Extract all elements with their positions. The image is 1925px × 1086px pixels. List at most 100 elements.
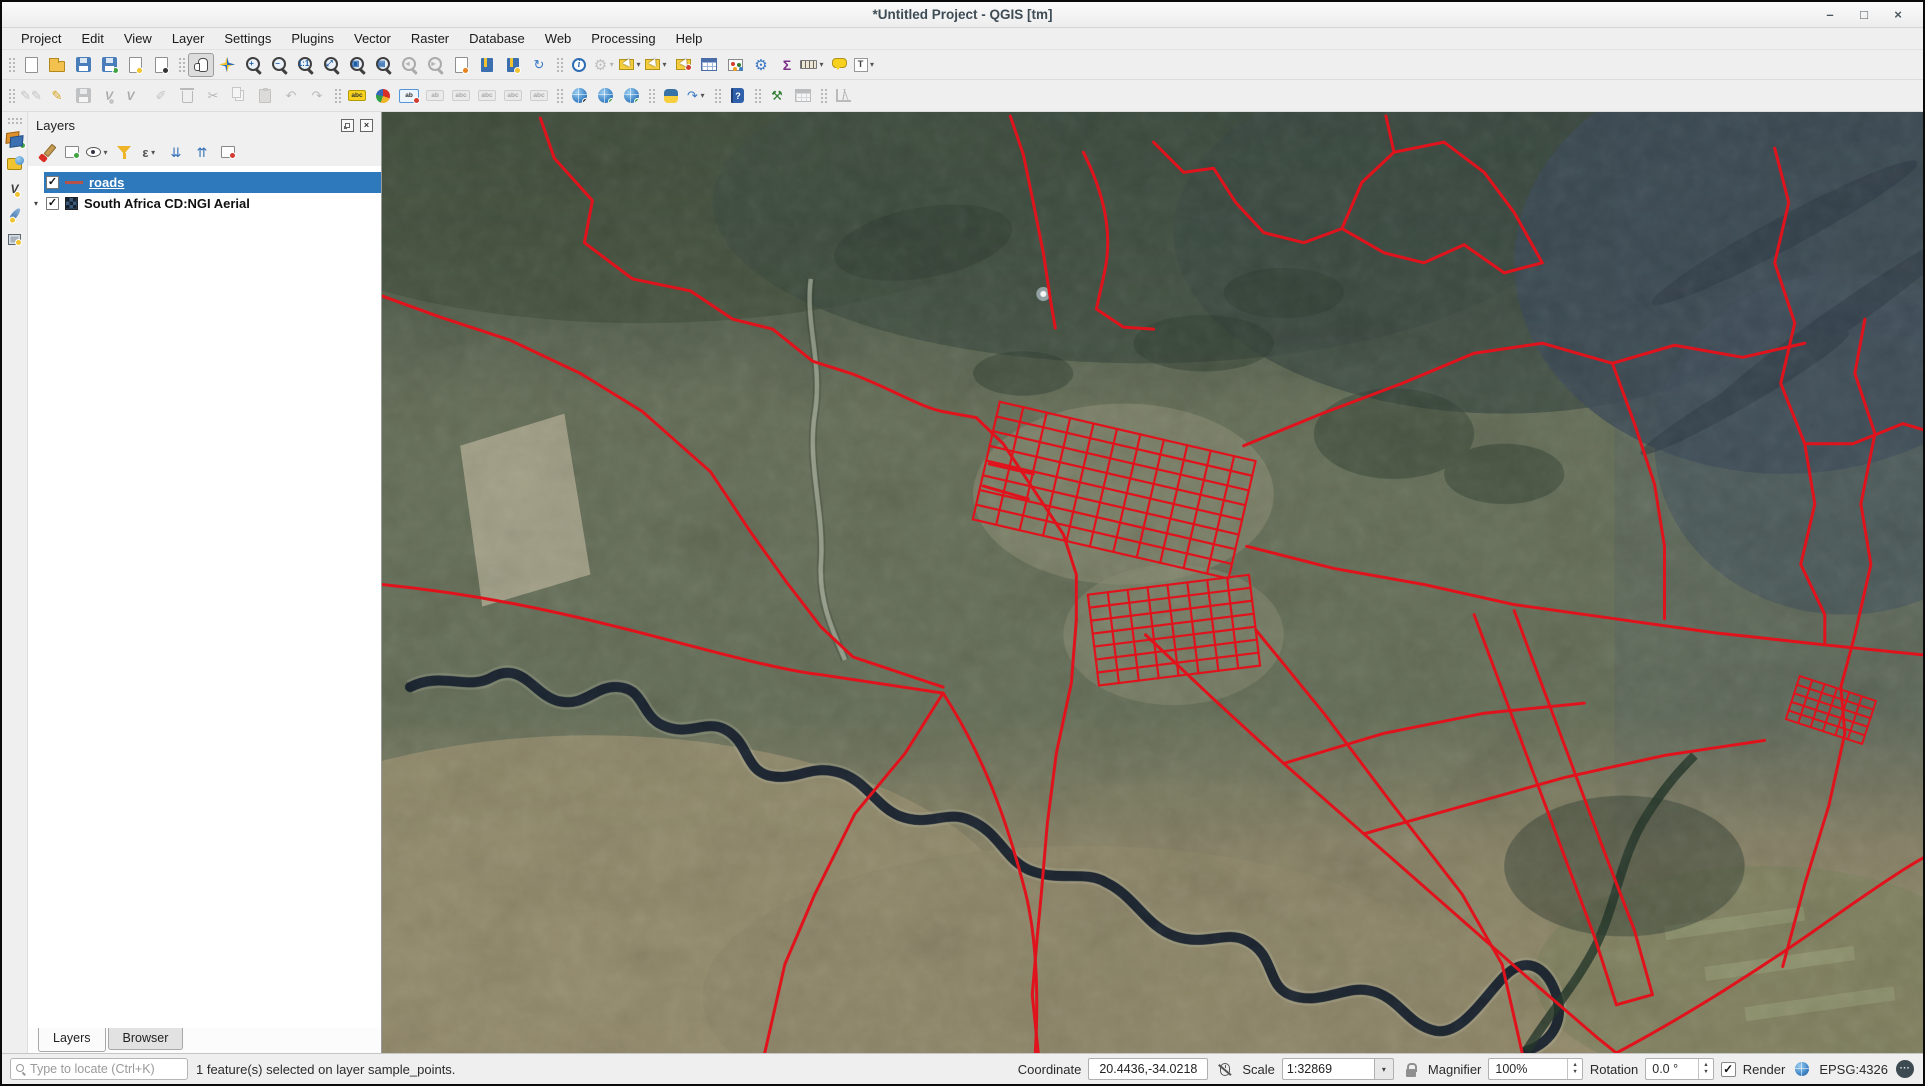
zoom-last[interactable]: ◂: [396, 53, 422, 77]
zoom-next[interactable]: ▸: [422, 53, 448, 77]
add-wms-layer[interactable]: [592, 84, 618, 108]
open-attribute-table[interactable]: [696, 53, 722, 77]
move-label[interactable]: abc: [474, 84, 500, 108]
highlight-labels[interactable]: ab: [422, 84, 448, 108]
tab-layers[interactable]: Layers: [38, 1028, 106, 1052]
select-by-expression[interactable]: ▾: [644, 53, 670, 77]
menu-project[interactable]: Project: [12, 29, 70, 48]
pin-labels[interactable]: ab: [396, 84, 422, 108]
modify-attributes[interactable]: ✐: [148, 84, 174, 108]
python-console[interactable]: [658, 84, 684, 108]
dropdown-arrow-icon[interactable]: ▾: [868, 60, 877, 69]
new-virtual-layer[interactable]: [3, 227, 27, 251]
identify-features[interactable]: i: [566, 53, 592, 77]
layer-row-roads[interactable]: ✓ roads: [28, 172, 381, 193]
redo[interactable]: ↷: [304, 84, 330, 108]
current-edits[interactable]: ✎✎: [18, 84, 44, 108]
locator-input[interactable]: [30, 1062, 182, 1076]
zoom-out[interactable]: −: [266, 53, 292, 77]
menu-edit[interactable]: Edit: [72, 29, 112, 48]
tab-browser[interactable]: Browser: [107, 1028, 184, 1050]
open-layer-styling[interactable]: [34, 141, 58, 163]
coordinate-input[interactable]: [1088, 1058, 1209, 1080]
text-annotation[interactable]: T ▾: [852, 53, 878, 77]
dropdown-arrow-icon[interactable]: ▾: [817, 60, 826, 69]
pan-to-selection[interactable]: [214, 53, 240, 77]
layer-row-aerial[interactable]: ▾ ✓ South Africa CD:NGI Aerial: [28, 193, 381, 214]
locator-search[interactable]: [10, 1058, 188, 1080]
dropdown-arrow-icon[interactable]: ▾: [101, 148, 110, 157]
menu-raster[interactable]: Raster: [402, 29, 458, 48]
vertex-tool[interactable]: V⃘: [122, 84, 148, 108]
profile-tool[interactable]: [830, 84, 856, 108]
measure-line[interactable]: ▾: [800, 53, 826, 77]
float-panel-button[interactable]: [341, 118, 354, 132]
select-features[interactable]: ▾: [618, 53, 644, 77]
filter-by-expression[interactable]: ε ▾: [138, 141, 162, 163]
add-feature[interactable]: V: [96, 84, 122, 108]
new-3d-map-view[interactable]: [474, 53, 500, 77]
maximize-button[interactable]: □: [1849, 5, 1879, 25]
crs-globe-icon[interactable]: [1792, 1062, 1812, 1076]
map-canvas[interactable]: [382, 112, 1923, 1053]
new-geopackage-layer[interactable]: [3, 152, 27, 176]
expander-icon[interactable]: ▾: [28, 199, 44, 208]
save-project-as[interactable]: [96, 53, 122, 77]
new-spatialite-layer[interactable]: [3, 202, 27, 226]
add-wfs-layer[interactable]: [618, 84, 644, 108]
new-print-layout[interactable]: [122, 53, 148, 77]
data-source-manager[interactable]: [3, 127, 27, 151]
scale-dropdown-icon[interactable]: ▾: [1373, 1058, 1394, 1080]
scale-combo[interactable]: ▾: [1281, 1058, 1394, 1080]
zoom-full[interactable]: ⤢: [318, 53, 344, 77]
filter-legend[interactable]: [112, 141, 136, 163]
menu-settings[interactable]: Settings: [215, 29, 280, 48]
render-checkbox[interactable]: ✓: [1720, 1061, 1736, 1077]
cut-features[interactable]: ✂: [200, 84, 226, 108]
toggle-editing[interactable]: ✎: [44, 84, 70, 108]
zoom-to-selection[interactable]: ▣: [344, 53, 370, 77]
help-contents[interactable]: ?: [724, 84, 750, 108]
menu-web[interactable]: Web: [536, 29, 581, 48]
close-button[interactable]: ×: [1883, 5, 1913, 25]
layer-visibility-checkbox[interactable]: ✓: [46, 197, 59, 210]
layer-diagrams[interactable]: [370, 84, 396, 108]
run-feature-action[interactable]: ⚙ ▾: [592, 53, 618, 77]
expand-all[interactable]: ⇊: [164, 141, 188, 163]
rotation-spin[interactable]: 0.0 ° ▲ ▼: [1645, 1058, 1714, 1080]
scale-input[interactable]: [1281, 1058, 1374, 1080]
show-layout-manager[interactable]: [148, 53, 174, 77]
show-bookmarks[interactable]: [500, 53, 526, 77]
add-group[interactable]: [60, 141, 84, 163]
menu-help[interactable]: Help: [667, 29, 712, 48]
menu-plugins[interactable]: Plugins: [282, 29, 343, 48]
processing-toolbox[interactable]: ⚙: [748, 53, 774, 77]
collapse-all[interactable]: ⇈: [190, 141, 214, 163]
new-shapefile-layer[interactable]: V: [3, 177, 27, 201]
plugin-reload[interactable]: ↷ ▾: [684, 84, 710, 108]
extents-toggle-icon[interactable]: [1215, 1062, 1235, 1076]
zoom-native[interactable]: 1:1: [292, 53, 318, 77]
save-project[interactable]: [70, 53, 96, 77]
paste-features[interactable]: [252, 84, 278, 108]
osm-tools[interactable]: ⚒: [764, 84, 790, 108]
refresh-map[interactable]: ↻: [526, 53, 552, 77]
layer-labeling[interactable]: abc: [344, 84, 370, 108]
undo[interactable]: ↶: [278, 84, 304, 108]
pan-map[interactable]: [188, 52, 214, 77]
zoom-to-layer[interactable]: ▤: [370, 53, 396, 77]
menu-database[interactable]: Database: [460, 29, 534, 48]
copy-features[interactable]: [226, 84, 252, 108]
spinner-arrows[interactable]: ▲ ▼: [1698, 1059, 1712, 1079]
open-project[interactable]: [44, 53, 70, 77]
menu-processing[interactable]: Processing: [582, 29, 664, 48]
minimize-button[interactable]: –: [1815, 5, 1845, 25]
osm-download[interactable]: [790, 84, 816, 108]
field-calculator[interactable]: [722, 53, 748, 77]
scale-lock-icon[interactable]: [1401, 1062, 1421, 1077]
menu-view[interactable]: View: [115, 29, 161, 48]
metasearch[interactable]: [566, 84, 592, 108]
remove-layer[interactable]: [216, 141, 240, 163]
new-project[interactable]: [18, 53, 44, 77]
menu-layer[interactable]: Layer: [163, 29, 214, 48]
